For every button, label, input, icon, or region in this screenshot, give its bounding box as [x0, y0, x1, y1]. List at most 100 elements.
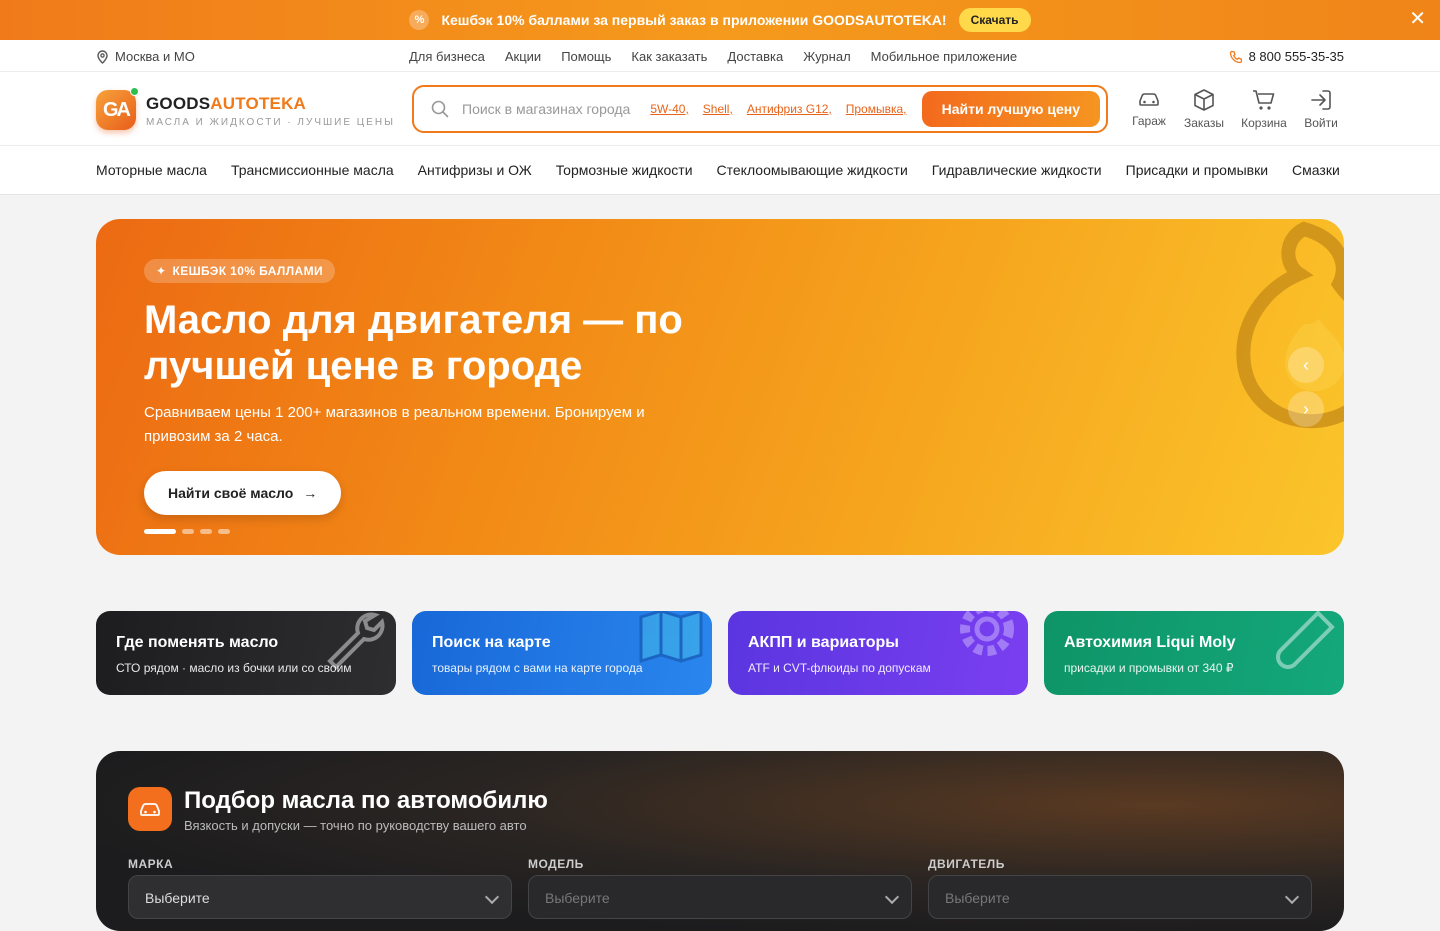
- category-item[interactable]: Присадки и промывки: [1126, 162, 1268, 178]
- tile-map-search[interactable]: Поиск на карте товары рядом с вами на ка…: [412, 611, 712, 695]
- tile-title: Где поменять масло: [116, 634, 279, 651]
- header-actions: Гараж Заказы Корзина Войти: [1130, 88, 1338, 130]
- tile-desc: товары рядом с вами на карте города: [432, 661, 643, 675]
- tile-title: АКПП и вариаторы: [748, 634, 899, 651]
- promo-banner: % Кешбэк 10% баллами за первый заказ в п…: [0, 0, 1440, 40]
- slider-dot[interactable]: [218, 529, 230, 534]
- arrow-right-icon: →: [303, 485, 318, 501]
- category-nav: Моторные масла Трансмиссионные масла Ант…: [0, 145, 1440, 195]
- top-link[interactable]: Для бизнеса: [409, 49, 485, 64]
- brand-select-value: Выберите: [145, 890, 210, 906]
- percent-icon: %: [409, 10, 430, 30]
- quick-tiles: Где поменять масло СТО рядом · масло из …: [96, 611, 1344, 695]
- find-oil-button[interactable]: Найти своё масло →: [144, 471, 342, 515]
- search-bar[interactable]: Поиск в магазинах города 5W-40, Shell, А…: [412, 85, 1108, 133]
- chevron-down-icon: [1284, 889, 1300, 905]
- phone-icon: [1229, 50, 1242, 63]
- chevron-left-icon: ‹: [1303, 354, 1309, 375]
- close-icon[interactable]: ✕: [1409, 9, 1426, 29]
- slider-dot-active[interactable]: [144, 529, 176, 534]
- search-icon: [431, 100, 449, 118]
- city-label: Москва и МО: [115, 49, 195, 64]
- tile-transmission[interactable]: АКПП и вариаторы ATF и CVT-флюиды по доп…: [728, 611, 1028, 695]
- garage-label: Гараж: [1132, 114, 1166, 128]
- top-link[interactable]: Как заказать: [631, 49, 707, 64]
- garage-button[interactable]: Гараж: [1130, 88, 1168, 130]
- download-app-button[interactable]: Скачать: [958, 8, 1031, 32]
- orders-button[interactable]: Заказы: [1184, 88, 1224, 130]
- city-selector[interactable]: Москва и МО: [96, 49, 195, 64]
- main-header: GA GOODSAUTOTEKA МАСЛА И ЖИДКОСТИ · ЛУЧШ…: [0, 72, 1440, 145]
- model-select[interactable]: Выберите: [528, 875, 912, 919]
- brand-label: МАРКА: [128, 857, 174, 871]
- top-link[interactable]: Доставка: [727, 49, 783, 64]
- logo-tagline: МАСЛА И ЖИДКОСТИ · ЛУЧШИЕ ЦЕНЫ: [146, 117, 395, 128]
- login-label: Войти: [1304, 116, 1338, 130]
- chevron-down-icon: [884, 889, 900, 905]
- car-icon: [1139, 93, 1159, 106]
- slider-dots: [144, 529, 230, 534]
- cashback-badge: ✦ КЕШБЭК 10% БАЛЛАМИ: [144, 259, 336, 283]
- category-item[interactable]: Смазки: [1292, 162, 1340, 178]
- orders-label: Заказы: [1183, 116, 1225, 130]
- tile-desc: присадки и промывки от 340 ₽: [1064, 661, 1234, 675]
- logo-mark[interactable]: GA: [96, 90, 136, 130]
- search-button[interactable]: Найти лучшую цену: [921, 91, 1100, 127]
- test-tube-icon: [1276, 611, 1335, 669]
- online-dot: [130, 87, 139, 96]
- login-button[interactable]: Войти: [1304, 88, 1338, 130]
- search-tag[interactable]: 5W-40,: [650, 102, 688, 116]
- slider-dot[interactable]: [200, 529, 212, 534]
- gear-icon: [960, 611, 1014, 656]
- top-link[interactable]: Помощь: [561, 49, 611, 64]
- search-suggestions: 5W-40, Shell, Антифриз G12, Промывка,: [650, 102, 906, 116]
- oil-picker: Подбор масла по автомобилю Вязкость и до…: [96, 751, 1344, 931]
- phone-link[interactable]: 8 800 555-35-35: [1229, 49, 1344, 64]
- tile-title: Поиск на карте: [432, 634, 551, 651]
- slider-dot[interactable]: [182, 529, 194, 534]
- top-link[interactable]: Мобильное приложение: [871, 49, 1017, 64]
- category-item[interactable]: Антифризы и ОЖ: [418, 162, 532, 178]
- hero-subtitle: Сравниваем цены 1 200+ магазинов в реаль…: [144, 404, 645, 445]
- cashback-badge-text: КЕШБЭК 10% БАЛЛАМИ: [172, 264, 324, 278]
- top-link[interactable]: Журнал: [803, 49, 850, 64]
- cart-label: Корзина: [1241, 116, 1287, 130]
- engine-label: ДВИГАТЕЛЬ: [928, 857, 1005, 871]
- slider-prev-button[interactable]: ‹: [1288, 347, 1324, 383]
- tile-title: Автохимия Liqui Moly: [1064, 634, 1236, 651]
- box-icon: [1194, 89, 1214, 111]
- tile-liqui-moly[interactable]: Автохимия Liqui Moly присадки и промывки…: [1044, 611, 1344, 695]
- search-tag[interactable]: Shell,: [703, 102, 733, 116]
- location-pin-icon: [97, 49, 108, 64]
- category-item[interactable]: Стеклоомывающие жидкости: [717, 162, 908, 178]
- logo-name[interactable]: GOODSAUTOTEKA: [146, 94, 306, 114]
- slider-next-button[interactable]: ›: [1288, 391, 1324, 427]
- picker-car-badge: [128, 787, 172, 831]
- category-item[interactable]: Гидравлические жидкости: [932, 162, 1102, 178]
- brand-select[interactable]: Выберите: [128, 875, 512, 919]
- car-icon: [140, 803, 160, 816]
- picker-title: Подбор масла по автомобилю: [184, 787, 548, 814]
- tile-oil-change[interactable]: Где поменять масло СТО рядом · масло из …: [96, 611, 396, 695]
- model-select-value: Выберите: [545, 890, 610, 906]
- category-item[interactable]: Моторные масла: [96, 162, 207, 178]
- cart-icon: [1253, 90, 1275, 110]
- category-item[interactable]: Тормозные жидкости: [556, 162, 693, 178]
- engine-select-value: Выберите: [945, 890, 1010, 906]
- category-item[interactable]: Трансмиссионные масла: [231, 162, 394, 178]
- cart-button[interactable]: Корзина: [1240, 88, 1288, 130]
- picker-subtitle: Вязкость и допуски — точно по руководств…: [184, 818, 527, 833]
- phone-number: 8 800 555-35-35: [1248, 49, 1344, 64]
- sparkle-icon: ✦: [156, 264, 167, 278]
- top-links: Для бизнеса Акции Помощь Как заказать До…: [409, 49, 1017, 64]
- login-icon: [1311, 90, 1331, 110]
- top-bar: Москва и МО Для бизнеса Акции Помощь Как…: [0, 40, 1440, 72]
- search-tag[interactable]: Промывка,: [846, 102, 907, 116]
- hero-title: Масло для двигателя — по лучшей цене в г…: [144, 298, 683, 388]
- engine-select[interactable]: Выберите: [928, 875, 1312, 919]
- search-input[interactable]: Поиск в магазинах города: [462, 101, 630, 117]
- search-tag[interactable]: Антифриз G12,: [747, 102, 832, 116]
- model-label: МОДЕЛЬ: [528, 857, 584, 871]
- top-link[interactable]: Акции: [505, 49, 541, 64]
- promo-text: Кешбэк 10% баллами за первый заказ в при…: [441, 12, 947, 28]
